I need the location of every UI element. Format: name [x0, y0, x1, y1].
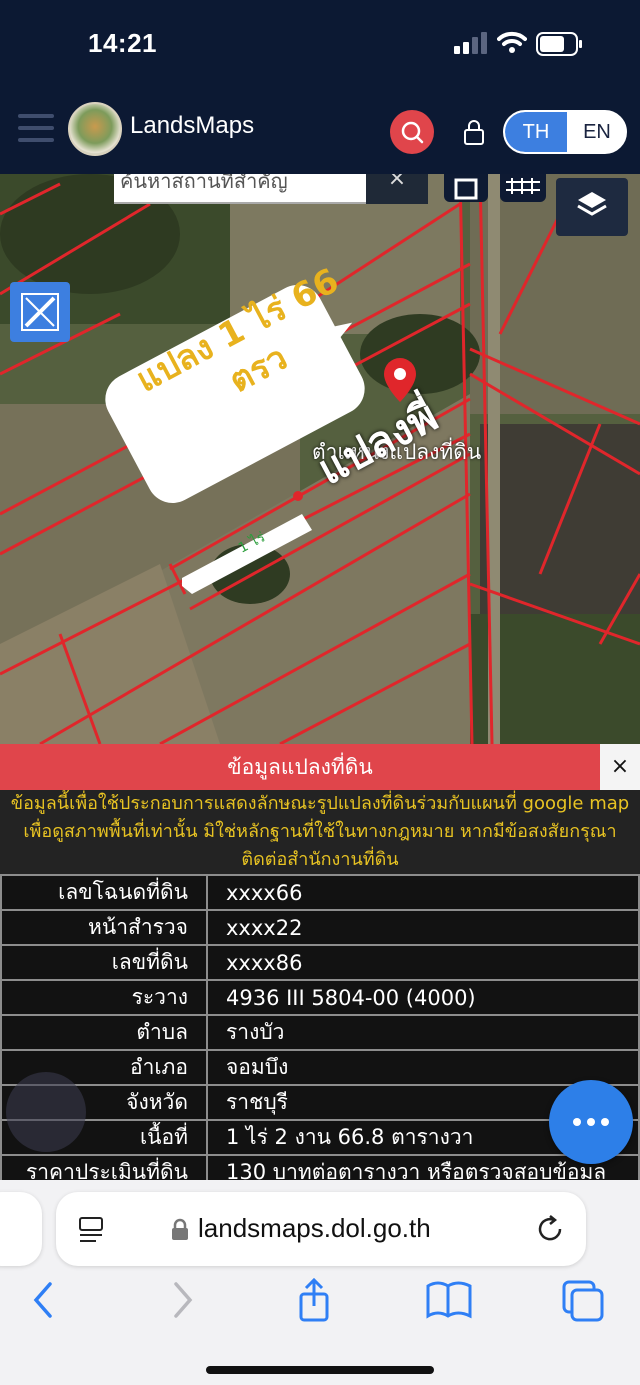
ruler-pencil-icon	[21, 293, 59, 331]
clear-search-button[interactable]: ×	[366, 174, 428, 204]
place-search-input[interactable]: ค้นหาสถานที่สำคัญ	[114, 174, 366, 204]
info-row: ตำบล รางบัว	[0, 1014, 640, 1051]
measure-tool-button[interactable]	[10, 282, 70, 342]
info-row: หน้าสำรวจ xxxx22	[0, 909, 640, 946]
info-row-value: xxxx66	[206, 874, 640, 911]
search-button[interactable]	[390, 110, 434, 154]
chevron-left-icon[interactable]	[22, 1278, 72, 1322]
info-row-label: หน้าสำรวจ	[0, 909, 208, 946]
info-row-label: เลขโฉนดที่ดิน	[0, 874, 208, 911]
building-icon	[454, 178, 478, 200]
share-icon[interactable]	[290, 1278, 340, 1322]
previous-tab-card[interactable]	[0, 1192, 42, 1266]
parcel-info-table: เลขโฉนดที่ดิน xxxx66 หน้าสำรวจ xxxx22 เลขที่…	[0, 874, 640, 1191]
wifi-icon	[497, 31, 527, 53]
chevron-right-icon[interactable]	[158, 1278, 208, 1322]
layers-icon	[577, 192, 607, 216]
login-button[interactable]	[458, 116, 490, 148]
app-header: LandsMaps TH EN	[0, 88, 640, 174]
book-icon[interactable]	[424, 1278, 474, 1322]
info-row: ระวาง 4936 III 5804-00 (4000)	[0, 979, 640, 1016]
hamburger-icon[interactable]	[18, 114, 54, 142]
lang-en-button[interactable]: EN	[567, 112, 625, 152]
more-actions-button[interactable]	[549, 1080, 633, 1164]
map-tool-button-b[interactable]	[500, 174, 546, 202]
tabs-icon[interactable]	[560, 1278, 610, 1322]
signal-icon	[454, 32, 487, 54]
status-time: 14:21	[88, 28, 157, 58]
disclaimer-notice: ข้อมูลนี้เพื่อใช้ประกอบการแสดงลักษณะรูปแ…	[0, 790, 640, 874]
reader-icon[interactable]	[76, 1214, 108, 1246]
lock-icon	[464, 120, 484, 145]
info-row-value: xxxx22	[206, 909, 640, 946]
lang-th-button[interactable]: TH	[505, 112, 567, 152]
info-row-value: xxxx86	[206, 944, 640, 981]
info-row-value: 4936 III 5804-00 (4000)	[206, 979, 640, 1016]
info-panel-title: ข้อมูลแปลงที่ดิน	[0, 744, 600, 790]
browser-toolbar: landsmaps.dol.go.th	[0, 1180, 640, 1385]
grid-icon	[506, 178, 540, 194]
info-row: เลขโฉนดที่ดิน xxxx66	[0, 874, 640, 911]
info-floating-button[interactable]	[6, 1072, 86, 1152]
url-text: landsmaps.dol.go.th	[198, 1213, 431, 1243]
battery-icon	[536, 32, 582, 56]
search-icon	[401, 121, 424, 144]
info-row: จังหวัด ราชบุรี	[0, 1084, 640, 1121]
layers-button[interactable]	[556, 178, 628, 236]
app-screen: 14:21 LandsMaps TH EN ค้นหาสถานที่สำคัญ …	[0, 0, 640, 1385]
info-row-value: จอมบึง	[206, 1049, 640, 1086]
address-bar[interactable]: landsmaps.dol.go.th	[56, 1192, 586, 1266]
info-row-label: ระวาง	[0, 979, 208, 1016]
info-row-label: ตำบล	[0, 1014, 208, 1051]
language-toggle: TH EN	[503, 110, 627, 154]
map-view[interactable]: ค้นหาสถานที่สำคัญ × แปลง 1 ไร่ 66 ตรว ตำ…	[0, 174, 640, 744]
info-row: อำเภอ จอมบึง	[0, 1049, 640, 1086]
home-indicator[interactable]	[206, 1366, 434, 1374]
info-row: เนื้อที่ 1 ไร่ 2 งาน 66.8 ตารางวา	[0, 1119, 640, 1156]
lock-icon	[172, 1218, 188, 1240]
reload-icon[interactable]	[534, 1212, 568, 1246]
info-row: เลขที่ดิน xxxx86	[0, 944, 640, 981]
info-row-value: รางบัว	[206, 1014, 640, 1051]
status-bar: 14:21	[0, 0, 640, 88]
info-row-label: เลขที่ดิน	[0, 944, 208, 981]
app-title: LandsMaps	[130, 112, 255, 139]
department-logo	[68, 102, 122, 156]
map-tool-button-a[interactable]	[444, 174, 488, 202]
info-close-button[interactable]: ×	[600, 744, 640, 790]
